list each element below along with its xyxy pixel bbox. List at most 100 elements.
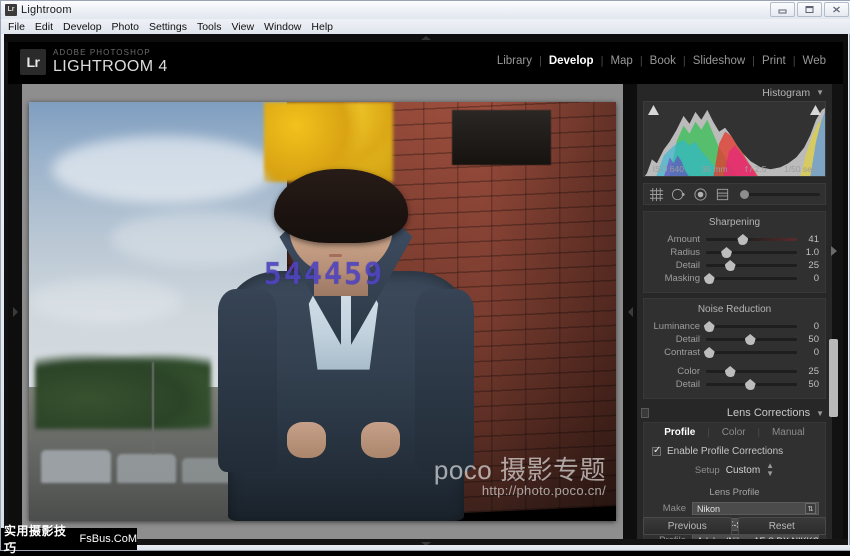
slider-track[interactable] [706,379,797,390]
menu-item-photo[interactable]: Photo [112,21,139,33]
enable-profile-corrections-label: Enable Profile Corrections [667,446,784,457]
previous-button[interactable]: Previous [643,517,732,535]
chevron-left-icon [627,306,633,317]
tool-size-slider-knob[interactable] [740,189,749,199]
slider-label: Amount [667,234,700,245]
photo-car [40,449,112,484]
module-web[interactable]: Web [796,55,833,67]
module-library[interactable]: Library [490,55,539,67]
app-body: 544459 poco 摄影专题 http://photo.poco.cn/ H… [8,84,843,539]
slider-value: 0 [813,321,819,332]
histogram[interactable]: ISO 640 35 mm f / 2.5 1/50 sec [643,101,826,177]
setup-row[interactable]: Setup Custom ▲ ▼ [644,460,825,483]
menu-item-settings[interactable]: Settings [149,21,187,33]
panel-edge-chevron-icon[interactable] [831,246,837,256]
slider-row-detail[interactable]: Detail 25 [644,259,825,272]
lens-corrections-tabs: Profile | Color | Manual [644,423,825,443]
red-eye-icon[interactable] [693,187,708,202]
module-slideshow[interactable]: Slideshow [686,55,752,67]
sharpening-title: Sharpening [708,217,761,228]
slider-row-nr-contrast[interactable]: Contrast 0 [644,346,825,359]
chevron-down-icon[interactable]: ▼ [816,88,824,97]
product-line-label: ADOBE PHOTOSHOP [53,48,151,57]
right-panel-scrollbar-track[interactable] [832,84,843,539]
chevron-down-icon[interactable]: ▼ [816,409,824,418]
slider-label: Luminance [653,321,700,332]
left-panel-collapse-toggle[interactable] [8,84,22,539]
slider-knob[interactable] [721,247,733,258]
right-panel-collapse-toggle[interactable] [623,84,637,539]
menu-item-view[interactable]: View [231,21,254,33]
slider-row-radius[interactable]: Radius 1.0 [644,246,825,259]
slider-row-color-detail[interactable]: Detail 50 [644,378,825,391]
dropdown-arrow-icon[interactable]: ⇅ [805,503,816,514]
slider-track[interactable] [703,347,797,358]
menu-item-tools[interactable]: Tools [197,21,222,33]
image-viewer[interactable]: 544459 poco 摄影专题 http://photo.poco.cn/ [22,84,623,539]
slider-track[interactable] [706,260,797,271]
top-panel-collapse-toggle[interactable] [4,34,848,42]
enable-profile-corrections-checkbox[interactable]: Enable Profile Corrections [644,443,825,460]
slider-track[interactable] [703,321,797,332]
histogram-panel-header[interactable]: Histogram ▼ [637,84,832,101]
menu-item-edit[interactable]: Edit [35,21,53,33]
slider-track[interactable] [706,247,797,258]
minimize-button[interactable] [770,2,795,17]
window-controls [770,2,849,17]
lens-corrections-header[interactable]: Lens Corrections ▼ [637,404,832,422]
crop-overlay-icon[interactable] [649,187,664,202]
menu-item-help[interactable]: Help [311,21,333,33]
menu-item-window[interactable]: Window [264,21,301,33]
setup-value[interactable]: Custom [726,465,760,476]
graduated-filter-icon[interactable] [715,187,730,202]
slider-track[interactable] [706,366,797,377]
site-watermark: 实用摄影技巧 FsBus.CoM [1,524,137,555]
develop-tool-strip [643,183,826,205]
reset-button[interactable]: Reset [737,517,826,535]
updown-arrows-icon[interactable]: ▲ ▼ [766,462,774,478]
spot-removal-icon[interactable] [671,187,686,202]
maximize-button[interactable] [797,2,822,17]
window-title: Lightroom [21,4,72,16]
slider-row-masking[interactable]: Masking 0 [644,272,825,285]
close-button[interactable] [824,2,849,17]
title-bar: Lr Lightroom [1,1,850,19]
slider-row-luminance[interactable]: Luminance 0 [644,320,825,333]
slider-knob[interactable] [744,334,756,345]
subject-hair [274,169,408,243]
slider-track[interactable] [706,334,797,345]
noise-reduction-section: Noise Reduction Luminance 0 Detail 50 Co… [643,298,826,399]
lens-make-dropdown[interactable]: Nikon ⇅ [692,502,819,515]
subject-arm-right [415,288,475,472]
slider-row-nr-detail[interactable]: Detail 50 [644,333,825,346]
tool-size-slider[interactable] [740,189,820,199]
module-book[interactable]: Book [643,55,683,67]
slider-row-amount[interactable]: Amount 41 [644,233,825,246]
slider-track[interactable] [706,234,797,245]
slider-knob[interactable] [737,234,749,245]
menu-bar: File Edit Develop Photo Settings Tools V… [1,19,850,34]
slider-value: 25 [808,260,819,271]
slider-knob[interactable] [744,379,756,390]
module-print[interactable]: Print [755,55,793,67]
module-develop[interactable]: Develop [542,55,601,67]
panel-switch-icon[interactable] [641,408,649,418]
sharpening-section: Sharpening Amount 41 Radius 1.0 Detail 2… [643,211,826,293]
right-panel-scrollbar-thumb[interactable] [829,339,838,417]
slider-label: Detail [675,334,700,345]
tab-manual[interactable]: Manual [760,427,817,438]
checkbox-icon[interactable] [652,445,661,456]
menu-item-file[interactable]: File [8,21,25,33]
slider-row-color[interactable]: Color 25 [644,365,825,378]
slider-track[interactable] [703,273,797,284]
lens-make-row[interactable]: Make Nikon ⇅ [644,502,825,518]
module-map[interactable]: Map [603,55,639,67]
slider-knob[interactable] [724,366,736,377]
slider-knob[interactable] [724,260,736,271]
menu-item-develop[interactable]: Develop [63,21,102,33]
tab-color[interactable]: Color [710,427,758,438]
exif-iso: ISO 640 [652,164,684,174]
photo-lamp-post [152,361,155,454]
tab-profile[interactable]: Profile [652,427,707,438]
photo-frame: 544459 poco 摄影专题 http://photo.poco.cn/ [29,102,616,521]
